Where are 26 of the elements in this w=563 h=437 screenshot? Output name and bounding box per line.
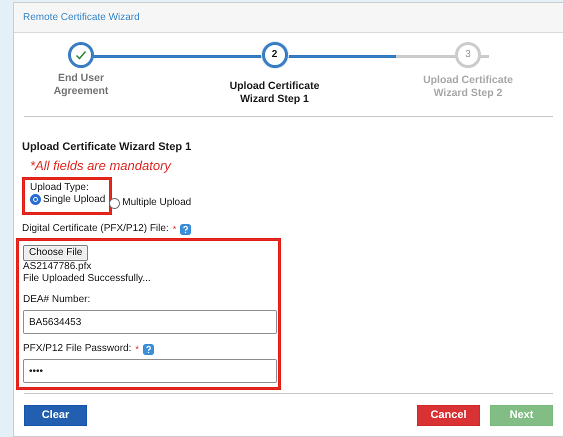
section-title: Upload Certificate Wizard Step 1 <box>22 141 192 154</box>
clear-button[interactable]: Clear <box>24 405 87 426</box>
required-mark: * <box>172 224 176 235</box>
radio-option[interactable]: Multiple Upload <box>109 197 192 210</box>
step-label: Upload Certificate Wizard Step 1 <box>228 80 320 106</box>
step-label: End User Agreement <box>52 72 110 98</box>
file-name: AS2147786.pfx <box>23 261 92 274</box>
step-marker: 3 <box>455 42 481 68</box>
field-label: Digital Certificate (PFX/P12) File: <box>22 223 169 236</box>
check-icon <box>75 49 87 61</box>
mandatory-notice: *All fields are mandatory <box>29 158 172 174</box>
step-label: Upload Certificate Wizard Step 2 <box>422 74 514 100</box>
step-marker: 2 <box>262 42 288 68</box>
window-title: Remote Certificate Wizard <box>23 12 140 24</box>
password-field[interactable]: •••• <box>23 359 277 384</box>
cancel-button[interactable]: Cancel <box>417 405 480 426</box>
field-label: DEA# Number: <box>23 294 92 306</box>
choose-file-button[interactable]: Choose File <box>23 245 88 262</box>
field-label: PFX/P12 File Password: <box>23 343 132 356</box>
help-icon[interactable] <box>180 224 192 235</box>
radio-option[interactable]: Single Upload <box>30 194 106 206</box>
upload-status: File Uploaded Successfully... <box>23 273 152 286</box>
required-mark: * <box>135 344 139 355</box>
field-label: Upload Type: <box>30 182 90 194</box>
help-icon[interactable] <box>142 344 154 355</box>
dea-number-field[interactable]: BA5634453 <box>23 310 277 334</box>
